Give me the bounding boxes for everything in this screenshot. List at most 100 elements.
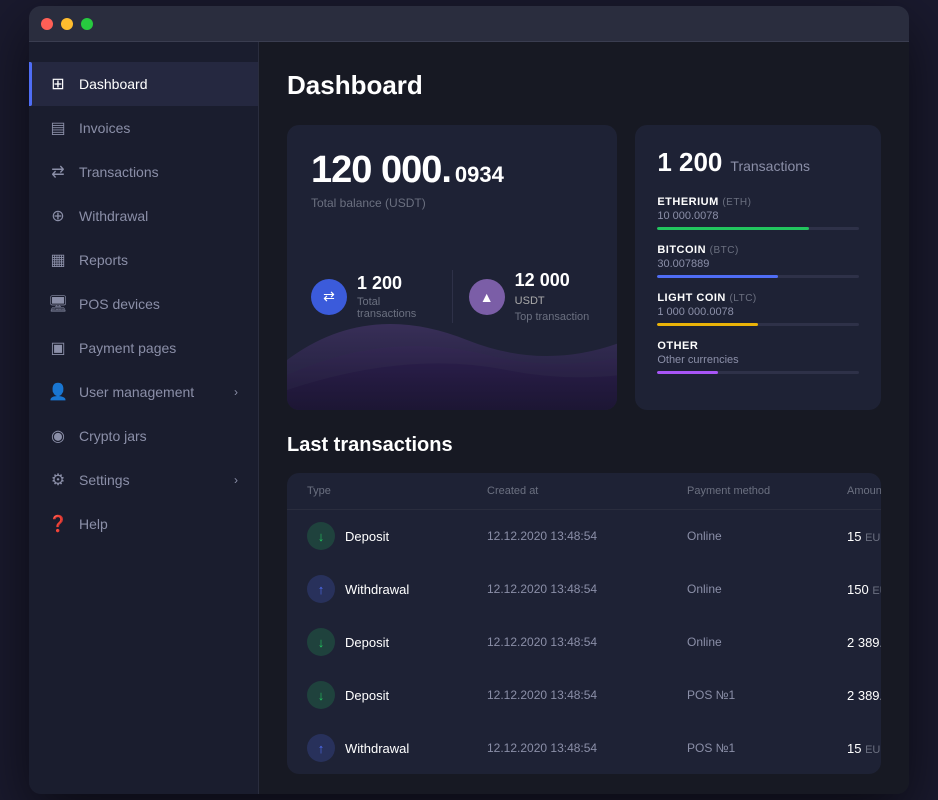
balance-card: 120 000. 0934 Total balance (USDT) bbox=[287, 125, 617, 410]
sidebar: ⊞ Dashboard ▤ Invoices ⇄ Transactions ⊕ … bbox=[29, 42, 259, 794]
tx-method: Online bbox=[687, 635, 847, 649]
crypto-code: (LTC) bbox=[729, 293, 756, 304]
user-management-icon: 👤 bbox=[49, 383, 67, 401]
sidebar-label-user-management: User management bbox=[79, 384, 222, 400]
balance-decimal-value: 0934 bbox=[455, 162, 504, 188]
sidebar-label-dashboard: Dashboard bbox=[79, 76, 238, 92]
deposit-icon: ↓ bbox=[307, 628, 335, 656]
sidebar-label-crypto-jars: Crypto jars bbox=[79, 428, 238, 444]
crypto-name: ETHERIUM (ETH) bbox=[657, 196, 859, 208]
withdrawal-icon: ⊕ bbox=[49, 207, 67, 225]
sidebar-item-invoices[interactable]: ▤ Invoices bbox=[29, 106, 258, 150]
col-amount: Amount bbox=[847, 485, 881, 497]
sidebar-label-pos: POS devices bbox=[79, 296, 238, 312]
top-tx-value: 12 000 USDT bbox=[515, 270, 594, 309]
tx-currency: EUR bbox=[865, 744, 881, 756]
user-management-chevron: › bbox=[234, 385, 238, 399]
reports-icon: ▦ bbox=[49, 251, 67, 269]
tx-type-name: Withdrawal bbox=[345, 741, 409, 756]
tx-amount: 2 389.4589 EUR bbox=[847, 688, 881, 703]
top-tx-info: 12 000 USDT Top transaction bbox=[515, 270, 594, 323]
sidebar-label-reports: Reports bbox=[79, 252, 238, 268]
top-tx-desc: Top transaction bbox=[515, 311, 594, 323]
browser-toolbar bbox=[29, 6, 909, 42]
tx-currency: EUR bbox=[865, 532, 881, 544]
total-tx-icon: ⇄ bbox=[311, 279, 347, 315]
sidebar-item-payment-pages[interactable]: ▣ Payment pages bbox=[29, 326, 258, 370]
col-method: Payment method bbox=[687, 485, 847, 497]
tx-type-cell: ↓ Deposit bbox=[307, 522, 487, 550]
last-transactions-title: Last transactions bbox=[287, 434, 881, 457]
tx-date: 12.12.2020 13:48:54 bbox=[487, 688, 687, 702]
tx-method: Online bbox=[687, 582, 847, 596]
table-header: Type Created at Payment method Amount St… bbox=[287, 473, 881, 510]
table-row[interactable]: ↑ Withdrawal 12.12.2020 13:48:54 POS №1 … bbox=[287, 722, 881, 774]
crypto-item-etherium: ETHERIUM (ETH) 10 000.0078 bbox=[657, 196, 859, 230]
progress-bar bbox=[657, 323, 859, 326]
tx-amount: 15 EUR bbox=[847, 741, 881, 756]
tx-type-name: Deposit bbox=[345, 529, 389, 544]
tx-type-cell: ↑ Withdrawal bbox=[307, 575, 487, 603]
transactions-icon: ⇄ bbox=[49, 163, 67, 181]
browser-window: ⊞ Dashboard ▤ Invoices ⇄ Transactions ⊕ … bbox=[29, 6, 909, 794]
sidebar-item-crypto-jars[interactable]: ◉ Crypto jars bbox=[29, 414, 258, 458]
deposit-icon: ↓ bbox=[307, 522, 335, 550]
withdrawal-icon: ↑ bbox=[307, 734, 335, 762]
last-transactions-table: Type Created at Payment method Amount St… bbox=[287, 473, 881, 774]
settings-icon: ⚙ bbox=[49, 471, 67, 489]
progress-fill bbox=[657, 275, 778, 278]
crypto-name: LIGHT COIN (LTC) bbox=[657, 292, 859, 304]
col-type: Type bbox=[307, 485, 487, 497]
help-icon: ❓ bbox=[49, 515, 67, 533]
table-row[interactable]: ↑ Withdrawal 12.12.2020 13:48:54 Online … bbox=[287, 563, 881, 616]
balance-label: Total balance (USDT) bbox=[311, 196, 593, 210]
tx-currency: EUR bbox=[872, 585, 881, 597]
table-row[interactable]: ↓ Deposit 12.12.2020 13:48:54 Online 15 … bbox=[287, 510, 881, 563]
tx-method: Online bbox=[687, 529, 847, 543]
progress-fill bbox=[657, 371, 718, 374]
crypto-item-light-coin: LIGHT COIN (LTC) 1 000 000.0078 bbox=[657, 292, 859, 326]
sidebar-item-help[interactable]: ❓ Help bbox=[29, 502, 258, 546]
sidebar-label-invoices: Invoices bbox=[79, 120, 238, 136]
top-cards: 120 000. 0934 Total balance (USDT) bbox=[287, 125, 881, 410]
sidebar-label-transactions: Transactions bbox=[79, 164, 238, 180]
crypto-amount: Other currencies bbox=[657, 354, 859, 366]
stat-divider bbox=[452, 270, 453, 323]
progress-bar bbox=[657, 371, 859, 374]
stat-total-transactions: ⇄ 1 200 Total transactions bbox=[311, 270, 436, 323]
tx-method: POS №1 bbox=[687, 741, 847, 755]
pos-icon: 🖥 bbox=[49, 295, 67, 313]
progress-fill bbox=[657, 227, 808, 230]
crypto-amount: 30.007889 bbox=[657, 258, 859, 270]
crypto-list: ETHERIUM (ETH) 10 000.0078 BITCOIN (BTC)… bbox=[657, 196, 859, 374]
sidebar-item-user-management[interactable]: 👤 User management › bbox=[29, 370, 258, 414]
sidebar-item-dashboard[interactable]: ⊞ Dashboard bbox=[29, 62, 258, 106]
crypto-amount: 10 000.0078 bbox=[657, 210, 859, 222]
tx-type-name: Deposit bbox=[345, 635, 389, 650]
table-row[interactable]: ↓ Deposit 12.12.2020 13:48:54 POS №1 2 3… bbox=[287, 669, 881, 722]
tx-type-name: Withdrawal bbox=[345, 582, 409, 597]
table-body: ↓ Deposit 12.12.2020 13:48:54 Online 15 … bbox=[287, 510, 881, 774]
crypto-amount: 1 000 000.0078 bbox=[657, 306, 859, 318]
table-row[interactable]: ↓ Deposit 12.12.2020 13:48:54 Online 2 3… bbox=[287, 616, 881, 669]
sidebar-item-transactions[interactable]: ⇄ Transactions bbox=[29, 150, 258, 194]
crypto-name: OTHER bbox=[657, 340, 859, 352]
transactions-header: 1 200 Transactions bbox=[657, 147, 859, 178]
crypto-code: (ETH) bbox=[722, 197, 751, 208]
balance-stats: ⇄ 1 200 Total transactions ▲ bbox=[311, 270, 593, 323]
total-tx-desc: Total transactions bbox=[357, 296, 436, 320]
close-dot[interactable] bbox=[41, 18, 53, 30]
maximize-dot[interactable] bbox=[81, 18, 93, 30]
col-created: Created at bbox=[487, 485, 687, 497]
deposit-icon: ↓ bbox=[307, 681, 335, 709]
minimize-dot[interactable] bbox=[61, 18, 73, 30]
tx-type-cell: ↓ Deposit bbox=[307, 628, 487, 656]
main-content: Dashboard 120 000. 0934 Total balance (U… bbox=[259, 42, 909, 794]
crypto-item-bitcoin: BITCOIN (BTC) 30.007889 bbox=[657, 244, 859, 278]
page-title: Dashboard bbox=[287, 70, 881, 101]
sidebar-item-withdrawal[interactable]: ⊕ Withdrawal bbox=[29, 194, 258, 238]
sidebar-item-pos-devices[interactable]: 🖥 POS devices bbox=[29, 282, 258, 326]
balance-amount: 120 000. 0934 bbox=[311, 149, 593, 192]
sidebar-item-settings[interactable]: ⚙ Settings › bbox=[29, 458, 258, 502]
sidebar-item-reports[interactable]: ▦ Reports bbox=[29, 238, 258, 282]
